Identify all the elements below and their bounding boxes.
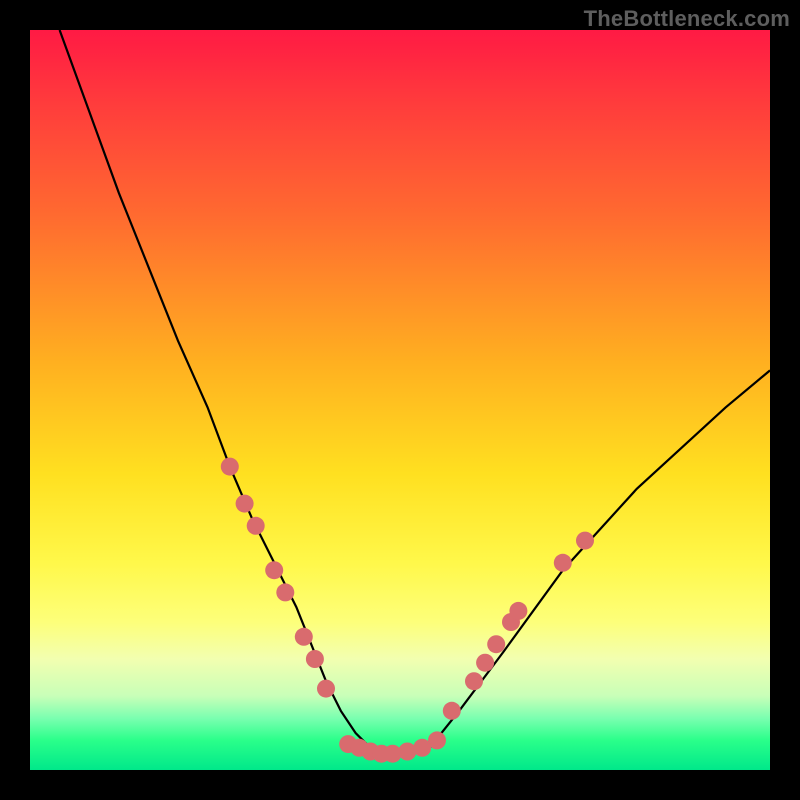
chart-svg: [30, 30, 770, 770]
plot-area: [30, 30, 770, 770]
data-point: [509, 602, 527, 620]
data-point: [476, 654, 494, 672]
data-point: [265, 561, 283, 579]
marker-group: [221, 458, 594, 763]
data-point: [247, 517, 265, 535]
bottleneck-curve: [60, 30, 770, 755]
chart-container: TheBottleneck.com: [0, 0, 800, 800]
data-point: [221, 458, 239, 476]
data-point: [554, 554, 572, 572]
watermark-text: TheBottleneck.com: [584, 6, 790, 32]
data-point: [443, 702, 461, 720]
data-point: [428, 731, 446, 749]
data-point: [276, 583, 294, 601]
data-point: [306, 650, 324, 668]
data-point: [465, 672, 483, 690]
data-point: [487, 635, 505, 653]
data-point: [576, 532, 594, 550]
data-point: [295, 628, 313, 646]
data-point: [317, 680, 335, 698]
data-point: [236, 495, 254, 513]
